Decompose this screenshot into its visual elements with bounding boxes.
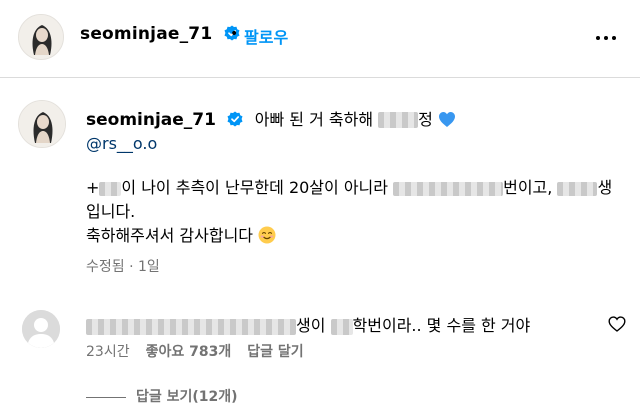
redacted-text — [330, 318, 353, 335]
comment-likes[interactable]: 좋아요 783개 — [146, 344, 232, 360]
redacted-text — [99, 181, 122, 196]
caption-text-prefix: 아빠 된 거 축하해 — [254, 110, 379, 129]
comment-time: 23시간 — [86, 344, 130, 360]
caption-text-suffix: 정 — [418, 110, 433, 129]
post-header: seominjae_71 • 팔로우 — [0, 0, 640, 78]
profile-avatar[interactable] — [18, 14, 64, 60]
comment-text-a: 생이 — [296, 316, 331, 335]
caption-line3-text: 축하해주셔서 감사합니다 — [86, 226, 254, 245]
comment-text: 생이 학번이라.. 몇 수를 한 거야 — [86, 312, 530, 336]
caption-time: 1일 — [138, 259, 160, 275]
edited-label: 수정됨 — [86, 259, 125, 275]
mention-link[interactable]: @rs__o.o — [86, 134, 157, 153]
comment-meta: 23시간 좋아요 783개 답글 달기 — [86, 341, 304, 361]
redacted-username — [86, 318, 296, 335]
blue-heart-icon — [439, 112, 456, 127]
caption-line: seominjae_71 아빠 된 거 축하해 정 — [86, 106, 456, 130]
caption-username[interactable]: seominjae_71 — [86, 110, 216, 130]
header-username[interactable]: seominjae_71 — [80, 24, 240, 44]
redacted-text — [393, 181, 504, 196]
heart-outline-icon[interactable] — [608, 316, 626, 332]
view-replies-label: 답글 보기(12개) — [136, 389, 238, 405]
header-separator: • — [230, 26, 239, 42]
replies-divider-line — [86, 396, 126, 398]
caption-body-line3: 축하해주셔서 감사합니다 — [86, 224, 606, 248]
caption-line1-d: 생 — [597, 178, 613, 197]
view-replies-button[interactable]: 답글 보기(12개) — [86, 386, 238, 406]
verified-badge-icon — [227, 111, 243, 127]
meta-dot: · — [129, 259, 134, 275]
caption-body-line2: 입니다. — [86, 202, 136, 221]
caption-body: + 이 나이 추측이 난무한데 20살이 아니라 번이고, 생 입니다. 축하해주… — [86, 176, 612, 248]
reply-button[interactable]: 답글 달기 — [247, 344, 303, 360]
comment-text-b: 학번이라.. 몇 수를 한 거야 — [352, 316, 531, 335]
default-avatar[interactable] — [22, 310, 60, 348]
follow-button[interactable]: 팔로우 — [244, 24, 288, 48]
caption-avatar[interactable] — [18, 100, 66, 148]
caption-meta: 수정됨 · 1일 — [86, 256, 160, 276]
caption-line1-b: 이 나이 추측이 난무한데 20살이 아니라 — [121, 178, 394, 197]
caption-line1-a: + — [86, 178, 100, 197]
redacted-text — [557, 181, 598, 196]
caption-line1-c: 번이고, — [503, 178, 558, 197]
redacted-name — [378, 112, 419, 128]
smiling-face-emoji-icon — [258, 226, 276, 244]
more-horizontal-icon[interactable] — [596, 36, 616, 40]
caption-body-line1: + 이 나이 추측이 난무한데 20살이 아니라 번이고, 생 — [86, 176, 612, 200]
